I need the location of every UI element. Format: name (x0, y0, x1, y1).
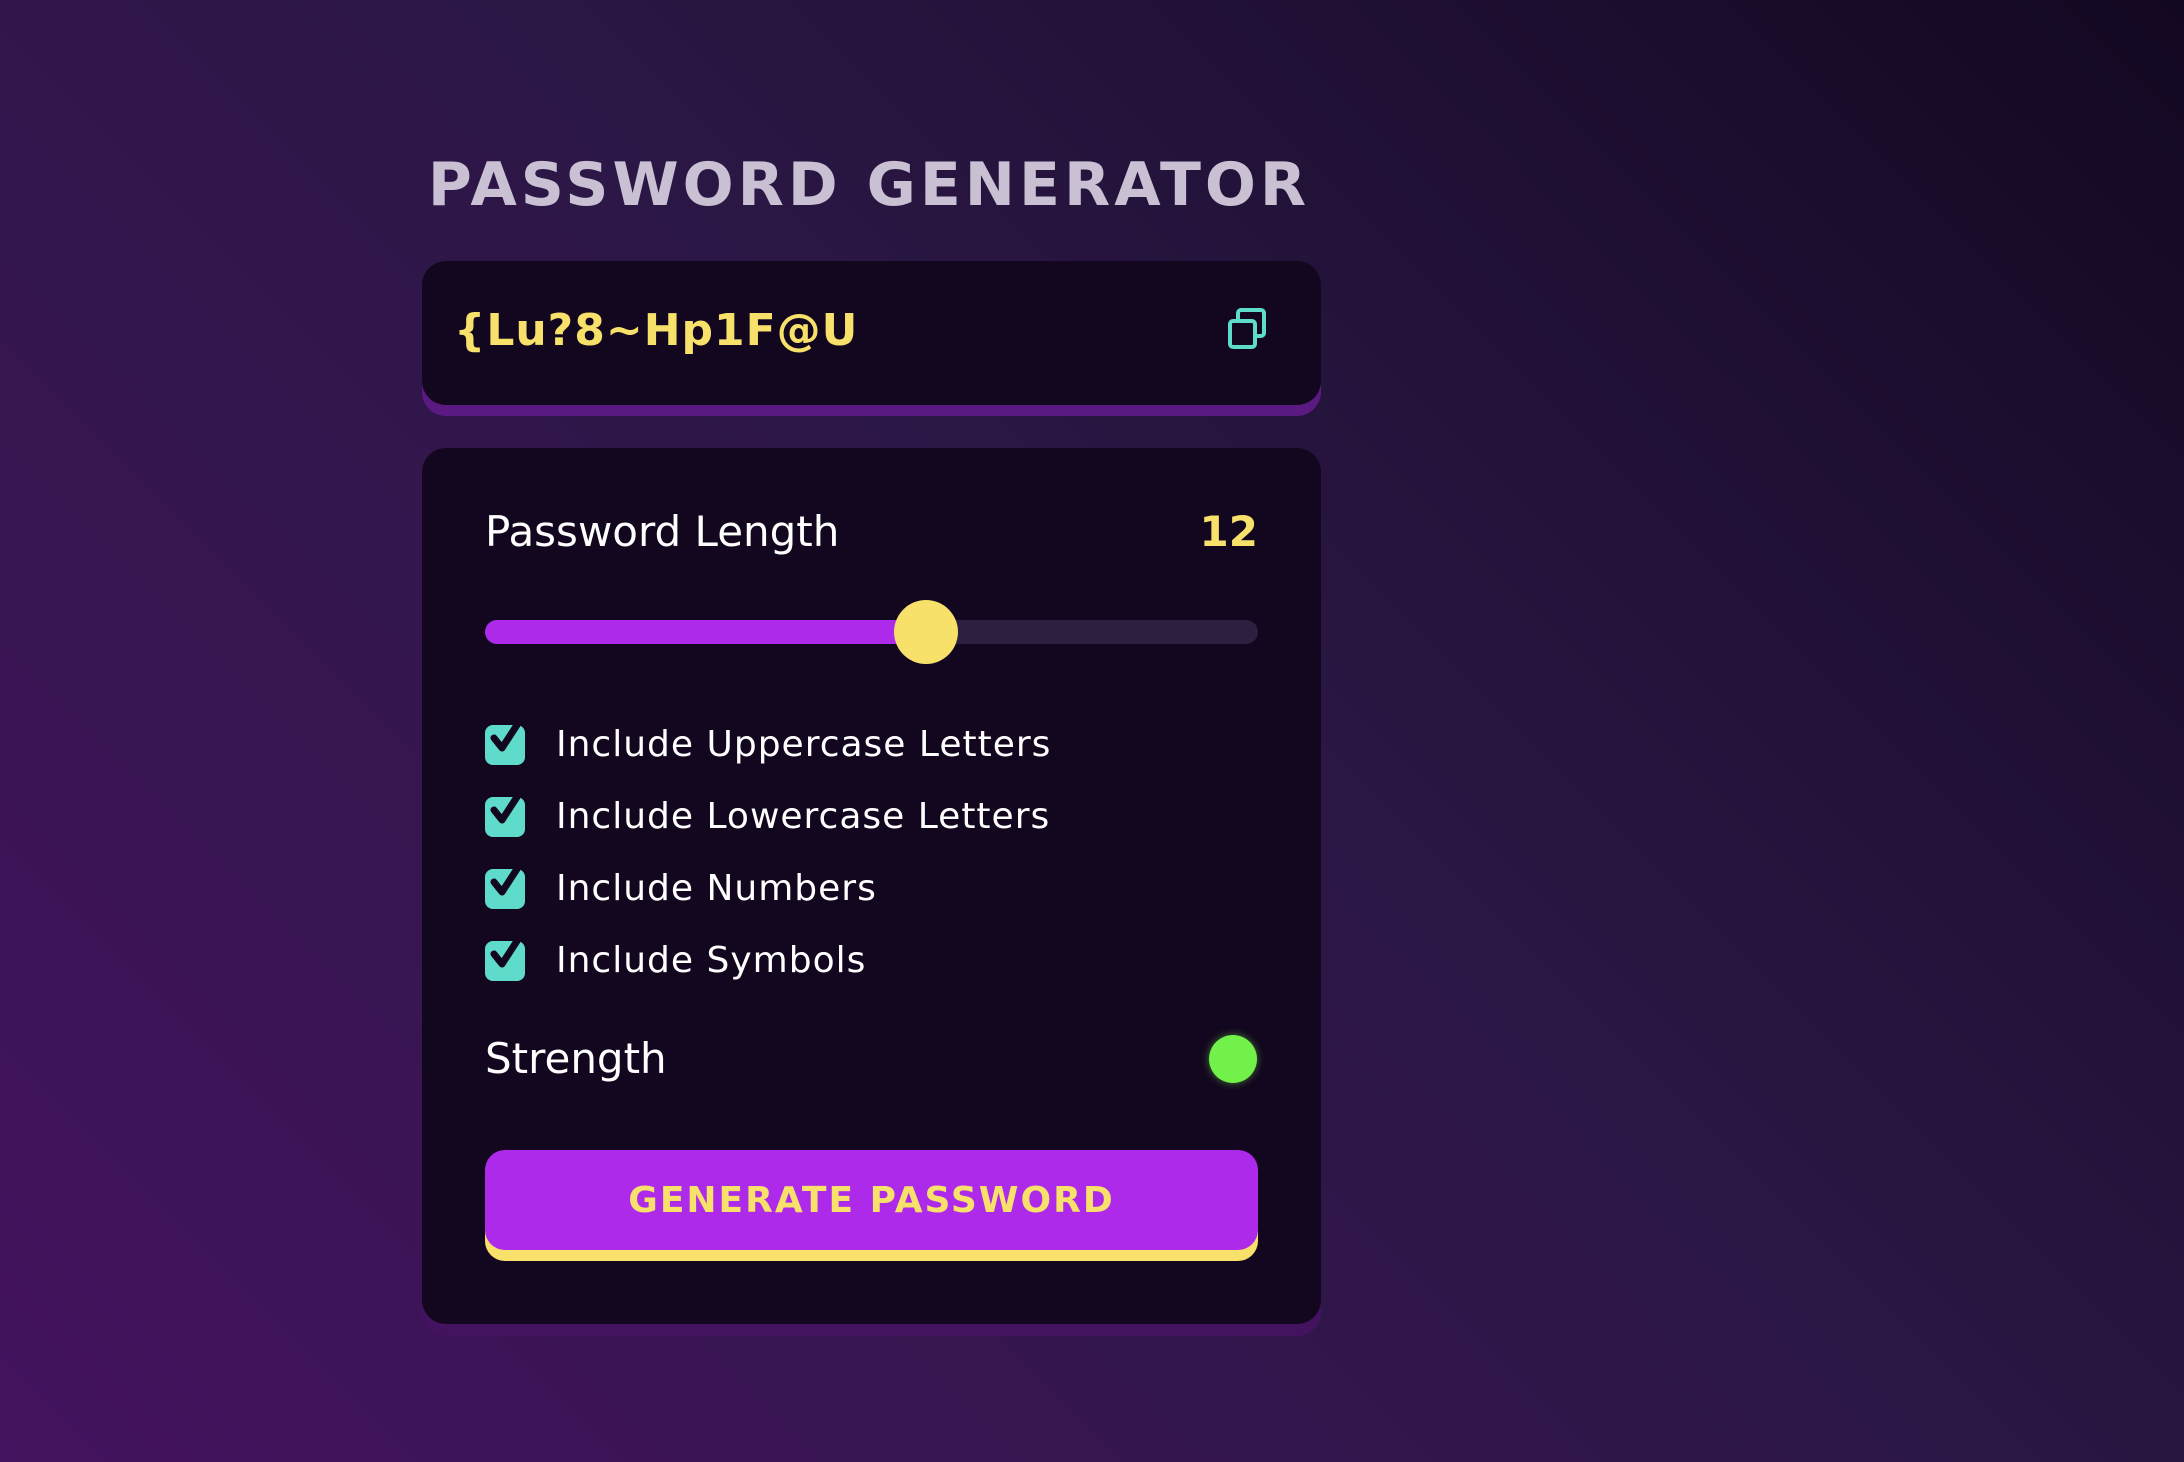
option-lowercase[interactable]: Include Lowercase Letters (485, 792, 1050, 842)
option-symbols[interactable]: Include Symbols (485, 936, 866, 986)
checkmark-icon (490, 721, 521, 752)
settings-card: Password Length 12 Include Uppercase Let… (422, 448, 1321, 1324)
numbers-label: Include Numbers (556, 868, 877, 909)
symbols-label: Include Symbols (556, 940, 867, 981)
checkmark-icon (490, 793, 521, 824)
lowercase-label: Include Lowercase Letters (556, 796, 1051, 837)
generate-password-button[interactable]: GENERATE PASSWORD (485, 1150, 1258, 1250)
copy-icon (1228, 308, 1266, 349)
strength-indicator (1209, 1035, 1257, 1083)
strength-label: Strength (485, 1034, 667, 1083)
length-value: 12 (1199, 507, 1258, 556)
option-numbers[interactable]: Include Numbers (485, 864, 877, 914)
uppercase-checkbox[interactable] (485, 721, 525, 765)
symbols-checkbox[interactable] (485, 937, 525, 981)
checkmark-icon (490, 937, 521, 968)
numbers-checkbox[interactable] (485, 865, 525, 909)
checkmark-icon (490, 865, 521, 896)
option-uppercase[interactable]: Include Uppercase Letters (485, 720, 1051, 770)
length-slider[interactable] (485, 600, 1258, 664)
lowercase-checkbox[interactable] (485, 793, 525, 837)
password-output-card: {Lu?8~Hp1F@U (422, 261, 1321, 405)
slider-fill (485, 620, 926, 644)
slider-thumb[interactable] (893, 600, 958, 664)
length-label: Password Length (485, 507, 840, 556)
generate-button-label: GENERATE PASSWORD (628, 1179, 1115, 1221)
generated-password[interactable]: {Lu?8~Hp1F@U (454, 301, 858, 361)
uppercase-label: Include Uppercase Letters (556, 724, 1052, 765)
page-title: PASSWORD GENERATOR (427, 150, 1311, 220)
copy-button[interactable] (1224, 305, 1272, 353)
